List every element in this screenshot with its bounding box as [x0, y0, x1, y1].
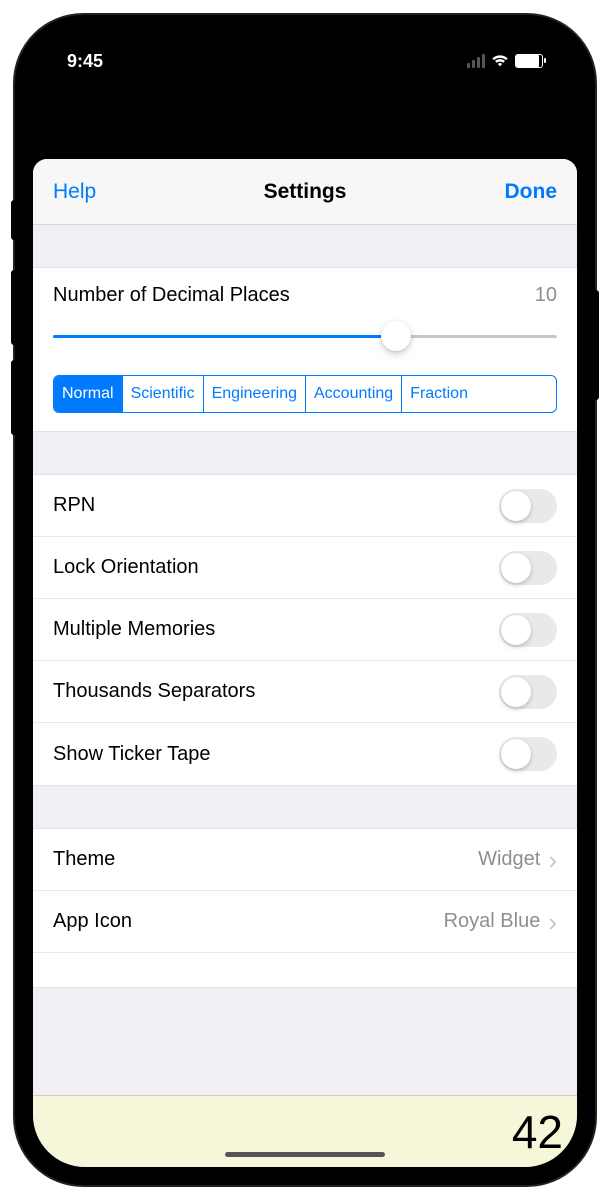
status-icons — [467, 54, 543, 68]
page-title: Settings — [264, 180, 347, 204]
done-button[interactable]: Done — [505, 180, 558, 204]
decimal-places-section: Number of Decimal Places 10 NormalScient… — [33, 267, 577, 432]
nav-row-partial[interactable] — [33, 953, 577, 987]
toggle-label: Show Ticker Tape — [53, 743, 211, 766]
toggles-section: RPN Lock Orientation Multiple Memories Thou… — [33, 474, 577, 786]
nav-row-app-icon[interactable]: App Icon Royal Blue › — [33, 891, 577, 953]
chevron-right-icon: › — [548, 847, 557, 873]
toggle-switch[interactable] — [499, 613, 557, 647]
toggle-row-multiple-memories: Multiple Memories — [33, 599, 577, 661]
nav-bar: Help Settings Done — [33, 159, 577, 225]
cellular-signal-icon — [467, 54, 485, 68]
help-button[interactable]: Help — [53, 180, 96, 204]
wifi-icon — [491, 54, 509, 68]
nav-row-label: App Icon — [53, 910, 132, 933]
number-format-segmented[interactable]: NormalScientificEngineeringAccountingFra… — [53, 375, 557, 413]
toggle-switch[interactable] — [499, 551, 557, 585]
chevron-right-icon: › — [548, 909, 557, 935]
toggle-label: Multiple Memories — [53, 618, 215, 641]
format-segment-scientific[interactable]: Scientific — [123, 376, 204, 412]
decimal-places-value: 10 — [535, 284, 557, 307]
home-indicator[interactable] — [225, 1152, 385, 1157]
settings-content[interactable]: Number of Decimal Places 10 NormalScient… — [33, 225, 577, 1167]
toggle-switch[interactable] — [499, 737, 557, 771]
nav-row-value: Widget — [478, 848, 540, 871]
toggle-row-show-ticker-tape: Show Ticker Tape — [33, 723, 577, 785]
screen: 9:45 Help Settings Done — [33, 33, 577, 1167]
calculator-result-value: 42 — [512, 1105, 563, 1159]
decimal-places-slider[interactable] — [53, 321, 557, 351]
toggle-row-rpn: RPN — [33, 475, 577, 537]
battery-icon — [515, 54, 543, 68]
nav-row-label: Theme — [53, 848, 115, 871]
format-segment-normal[interactable]: Normal — [54, 376, 123, 412]
toggle-switch[interactable] — [499, 489, 557, 523]
decimal-places-label: Number of Decimal Places — [53, 284, 290, 307]
toggle-label: RPN — [53, 494, 95, 517]
slider-thumb[interactable] — [381, 321, 411, 351]
toggle-label: Lock Orientation — [53, 556, 199, 579]
nav-row-value: Royal Blue — [444, 910, 541, 933]
toggle-label: Thousands Separators — [53, 680, 255, 703]
settings-modal: Help Settings Done Number of Decimal Pla… — [33, 159, 577, 1167]
notch — [185, 33, 425, 69]
appearance-section: Theme Widget › App Icon Royal Blue › — [33, 828, 577, 988]
format-segment-accounting[interactable]: Accounting — [306, 376, 402, 412]
nav-row-theme[interactable]: Theme Widget › — [33, 829, 577, 891]
phone-frame: 9:45 Help Settings Done — [15, 15, 595, 1185]
format-segment-fraction[interactable]: Fraction — [402, 376, 476, 412]
format-segment-engineering[interactable]: Engineering — [204, 376, 306, 412]
status-time: 9:45 — [67, 51, 103, 72]
toggle-switch[interactable] — [499, 675, 557, 709]
toggle-row-lock-orientation: Lock Orientation — [33, 537, 577, 599]
toggle-row-thousands-separators: Thousands Separators — [33, 661, 577, 723]
